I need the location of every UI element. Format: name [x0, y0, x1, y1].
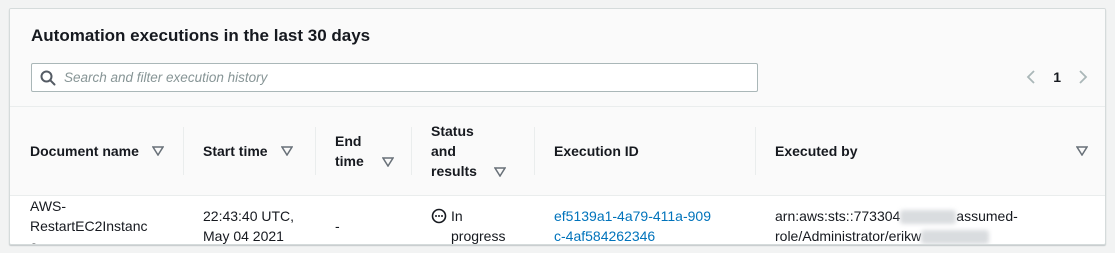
- next-page-icon[interactable]: [1075, 67, 1091, 87]
- panel-title: Automation executions in the last 30 day…: [31, 26, 371, 45]
- column-header-status-and-results[interactable]: Status and results: [411, 107, 534, 196]
- column-label: Execution ID: [554, 142, 639, 159]
- panel-header: Automation executions in the last 30 day…: [10, 9, 1105, 107]
- redacted-user-name: [921, 229, 990, 244]
- executed-by-arn-prefix: arn:aws:sts::773304: [775, 207, 901, 224]
- sort-caret-icon[interactable]: [493, 165, 507, 179]
- column-header-start-time[interactable]: Start time: [183, 107, 315, 196]
- sort-caret-icon[interactable]: [151, 144, 165, 158]
- column-label: Document name: [30, 142, 139, 159]
- current-page-number[interactable]: 1: [1053, 69, 1061, 85]
- document-name-cell: AWS-RestartEC2Instance: [30, 197, 148, 245]
- redacted-account-id: [900, 209, 957, 224]
- column-divider: [183, 127, 184, 175]
- in-progress-icon: [431, 208, 447, 224]
- sort-caret-icon[interactable]: [1075, 144, 1089, 158]
- executions-table: Document name Start time End time Status…: [10, 107, 1105, 245]
- column-header-document-name[interactable]: Document name: [10, 107, 183, 196]
- column-header-end-time[interactable]: End time: [315, 107, 411, 196]
- status-text: In progress: [451, 207, 506, 244]
- column-label: Executed by: [775, 142, 858, 159]
- execution-id-cell: ef5139a1-4a79-411a-909c-4af584262346: [534, 195, 755, 244]
- search-icon: [32, 63, 64, 92]
- end-time-cell: -: [335, 217, 340, 234]
- column-divider: [411, 127, 412, 175]
- search-bar[interactable]: [31, 63, 758, 92]
- automation-executions-panel: Automation executions in the last 30 day…: [9, 8, 1106, 245]
- search-input[interactable]: [64, 64, 757, 91]
- column-divider: [534, 127, 535, 175]
- table-row: AWS-RestartEC2Instance 22:43:40 UTC, May…: [10, 195, 1105, 245]
- table-header-row: Document name Start time End time Status…: [10, 107, 1105, 196]
- execution-id-link[interactable]: ef5139a1-4a79-411a-909c-4af584262346: [554, 208, 711, 244]
- sort-caret-icon[interactable]: [381, 155, 395, 169]
- column-label: Status and results: [431, 122, 477, 179]
- column-header-executed-by[interactable]: Executed by: [755, 107, 1105, 196]
- column-label: End time: [335, 132, 364, 169]
- column-header-execution-id: Execution ID: [534, 107, 755, 196]
- start-time-cell: 22:43:40 UTC, May 04 2021: [203, 207, 295, 244]
- pagination: 1: [1023, 67, 1091, 87]
- executed-by-cell: arn:aws:sts::773304 assumed-role/Administ…: [755, 195, 1105, 244]
- status-cell: In progress: [411, 195, 534, 244]
- column-divider: [755, 127, 756, 175]
- column-label: Start time: [203, 142, 268, 159]
- previous-page-icon[interactable]: [1023, 67, 1039, 87]
- sort-caret-icon[interactable]: [280, 144, 294, 158]
- column-divider: [315, 127, 316, 175]
